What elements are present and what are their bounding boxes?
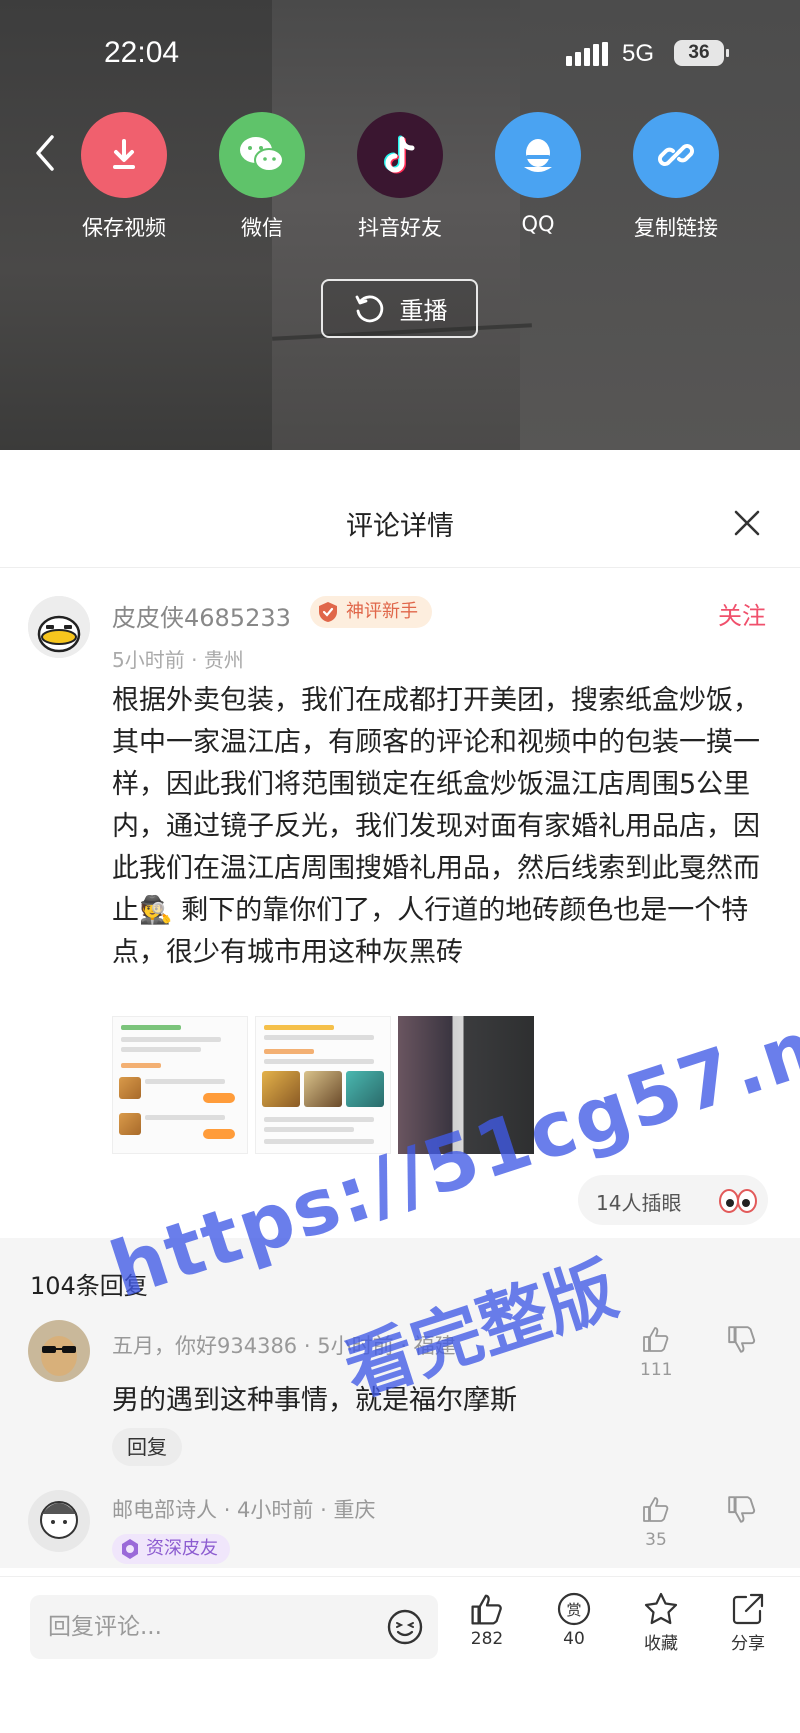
qq-icon — [495, 112, 581, 198]
reply-item: 邮电部诗人 · 4小时前 · 重庆 资深皮友 35 — [0, 1490, 800, 1570]
reward-glyph: 赏 — [566, 1601, 581, 1619]
download-icon — [81, 112, 167, 198]
share-label: 复制链接 — [634, 216, 718, 240]
reply-meta: 五月，你好934386 · 5小时前 · 福建 — [112, 1330, 456, 1360]
status-time: 22:04 — [104, 36, 180, 69]
share-label: 微信 — [241, 216, 283, 240]
battery-icon: 36 — [674, 40, 729, 66]
share-label: 抖音好友 — [358, 216, 442, 240]
share-label: 分享 — [731, 1634, 765, 1654]
share-label: 保存视频 — [82, 216, 166, 240]
badge-label: 神评新手 — [346, 601, 418, 622]
meta-separator: · — [400, 1334, 414, 1358]
douyin-icon — [357, 112, 443, 198]
wechat-icon — [219, 112, 305, 198]
reward-count: 40 — [563, 1629, 585, 1649]
share-douyin-friends[interactable]: 抖音好友 — [340, 112, 460, 242]
reply-meta: 邮电部诗人 · 4小时前 · 重庆 — [112, 1494, 375, 1524]
meta-separator: · — [320, 1498, 334, 1522]
like-count: 111 — [640, 1360, 673, 1380]
thumbs-up-icon — [471, 1594, 502, 1625]
share-label: QQ — [521, 212, 555, 236]
replay-button[interactable]: 重播 — [321, 279, 478, 338]
reply-button[interactable]: 回复 — [112, 1428, 182, 1466]
replay-icon — [355, 295, 383, 322]
badge-god-comment-newbie: 神评新手 — [310, 596, 432, 628]
like-count: 35 — [645, 1530, 667, 1550]
meta-separator: · — [191, 648, 204, 672]
share-icon — [732, 1593, 764, 1625]
reply-location: 福建 — [413, 1334, 456, 1358]
meta-separator: · — [223, 1498, 238, 1522]
reply-author[interactable]: 邮电部诗人 — [112, 1498, 217, 1522]
like-count: 282 — [470, 1629, 504, 1649]
link-icon — [633, 112, 719, 198]
badge-senior-member: 资深皮友 — [112, 1534, 230, 1564]
comment-image-2[interactable] — [255, 1016, 391, 1154]
like-button[interactable]: 111 — [640, 1324, 672, 1380]
comment-image-3[interactable] — [398, 1016, 534, 1154]
reply-input[interactable] — [48, 1595, 388, 1659]
eyes-icon — [719, 1189, 757, 1213]
panel-header: 评论详情 — [0, 450, 800, 568]
share-button[interactable]: 分享 — [718, 1591, 778, 1654]
comment-image-1[interactable] — [112, 1016, 248, 1154]
signal-icon — [566, 42, 610, 66]
avatar[interactable] — [28, 1320, 90, 1382]
comment-time: 5小时前 — [112, 648, 185, 672]
avatar[interactable] — [28, 1490, 90, 1552]
replay-label: 重播 — [399, 297, 448, 325]
reward-icon: 赏 — [557, 1592, 591, 1626]
comment-location: 贵州 — [203, 648, 244, 672]
reply-author[interactable]: 五月，你好934386 — [112, 1334, 297, 1358]
comment-meta: 5小时前 · 贵州 — [112, 644, 244, 673]
reward-button[interactable]: 赏 40 — [544, 1591, 604, 1649]
like-button[interactable]: 35 — [640, 1494, 672, 1550]
reply-time: 4小时前 — [237, 1498, 314, 1522]
comment-text: 根据外卖包装，我们在成都打开美团，搜索纸盒炒饭，其中一家温江店，有顾客的评论和视… — [112, 685, 760, 968]
watch-count: 14人插眼 — [596, 1191, 682, 1215]
video-background[interactable]: 22:04 5G 36 保存视频 微信 抖音好友 QQ 复制链接 重播 — [0, 0, 800, 450]
reply-location: 重庆 — [333, 1498, 376, 1522]
panel-title: 评论详情 — [346, 511, 454, 542]
thumbs-up-icon — [643, 1327, 669, 1352]
thumbs-down-icon[interactable] — [726, 1494, 758, 1526]
emoji-icon[interactable] — [386, 1608, 424, 1646]
main-comment: 皮皮侠4685233 神评新手 关注 5小时前 · 贵州 根据外卖包装，我们在成… — [0, 568, 800, 1238]
status-bar: 22:04 5G 36 — [0, 30, 800, 80]
badge-gem-icon — [122, 1539, 138, 1559]
comment-author[interactable]: 皮皮侠4685233 — [112, 598, 291, 633]
favorite-button[interactable]: 收藏 — [631, 1591, 691, 1654]
like-main-button[interactable]: 282 — [457, 1591, 517, 1649]
thumbs-up-icon — [643, 1497, 669, 1522]
badge-shield-icon — [319, 602, 337, 622]
follow-button[interactable]: 关注 — [718, 596, 766, 631]
avatar[interactable] — [28, 596, 90, 658]
favorite-label: 收藏 — [644, 1634, 678, 1654]
share-wechat[interactable]: 微信 — [202, 112, 322, 242]
comment-images — [112, 1016, 534, 1154]
comment-detail-panel: 评论详情 皮皮侠4685233 神评新手 关注 5小时前 · 贵州 根据外卖包装… — [0, 450, 800, 1733]
reply-text: 男的遇到这种事情，就是福尔摩斯 — [112, 1385, 517, 1416]
reply-time: 5小时前 — [317, 1334, 394, 1358]
network-type: 5G — [622, 40, 655, 67]
badge-label: 资深皮友 — [146, 1538, 218, 1559]
share-copy-link[interactable]: 复制链接 — [616, 112, 736, 242]
share-save-video[interactable]: 保存视频 — [64, 112, 184, 242]
share-targets: 保存视频 微信 抖音好友 QQ 复制链接 — [0, 112, 800, 252]
share-qq[interactable]: QQ — [478, 112, 598, 236]
replies-section: 104条回复 五月，你好934386 · 5小时前 · 福建 男的遇到这种事情，… — [0, 1238, 800, 1568]
replies-count: 104条回复 — [30, 1272, 148, 1300]
reply-item: 五月，你好934386 · 5小时前 · 福建 男的遇到这种事情，就是福尔摩斯 … — [0, 1320, 800, 1470]
bottom-action-bar: 282 赏 40 收藏 分享 — [0, 1576, 800, 1733]
watch-marker-button[interactable]: 14人插眼 — [578, 1175, 768, 1225]
star-icon — [644, 1592, 678, 1625]
meta-separator: · — [303, 1334, 318, 1358]
close-icon[interactable] — [732, 508, 762, 538]
reply-input-box[interactable] — [30, 1595, 438, 1659]
thumbs-down-icon[interactable] — [726, 1324, 758, 1356]
